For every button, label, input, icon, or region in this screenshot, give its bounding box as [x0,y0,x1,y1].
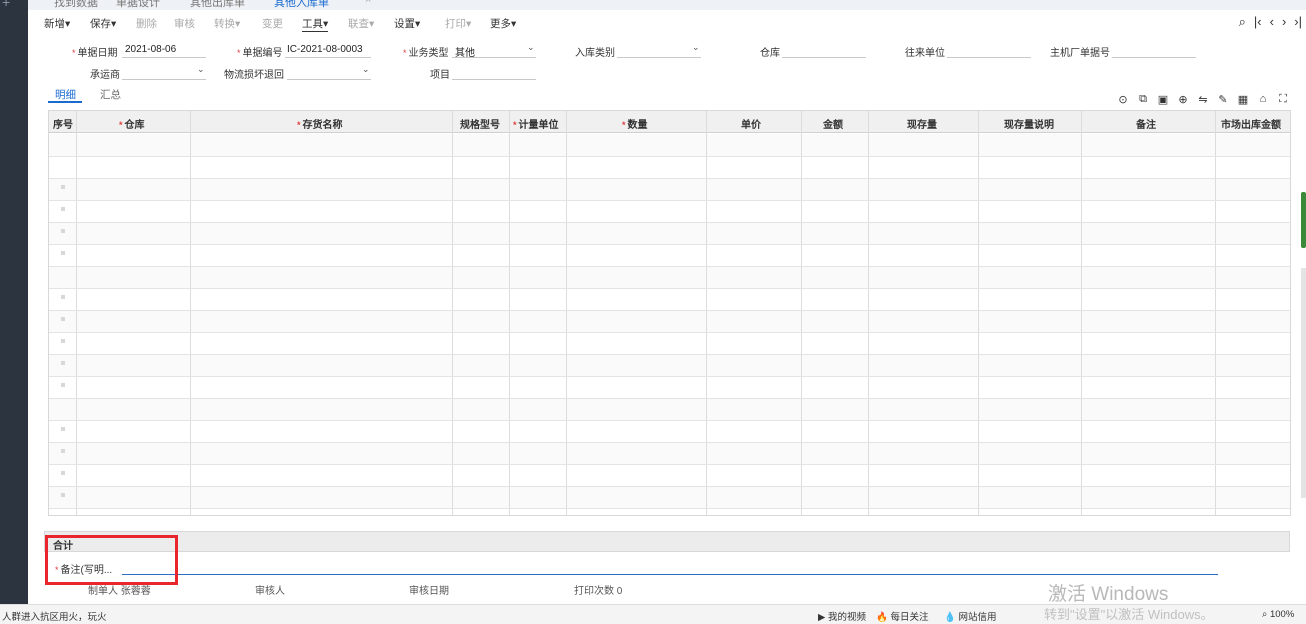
tab-3[interactable]: 其他出库单 [190,0,245,10]
in-type-select[interactable] [617,57,701,58]
warehouse-label: 仓库 [760,48,780,59]
columns-icon[interactable]: ▦ [1236,93,1250,106]
date-field[interactable]: 2021-08-06 [125,44,176,55]
tab-2[interactable]: 单据设计 [116,0,160,10]
warehouse-field[interactable] [782,57,866,58]
col-item-name: * 存货名称 [297,120,343,131]
tab-summary[interactable]: 汇总 [100,87,121,102]
logistics-select[interactable] [287,79,371,80]
maker-label: 制单人 张蓉蓉 [88,586,151,597]
toolbar: 新增▾ 保存▾ 删除 审核 转换▾ 变更 工具▾ 联查▾ 设置▾ 打印▾ 更多▾… [28,11,1306,33]
first-record-icon[interactable]: |‹ [1254,14,1262,30]
col-qty: * 数量 [622,120,648,131]
delete-button[interactable]: 删除 [136,16,157,31]
number-label: * 单据编号 [237,48,283,59]
convert-button[interactable]: 转换▾ [214,16,240,31]
carrier-label: 承运商 [90,70,120,81]
document-tabs: 找到数据 单据设计 其他出库单 其他入库单 × [28,0,1306,10]
detail-grid: 序号 * 仓库 * 存货名称 规格型号 * 计量单位 * 数量 单价 金额 现存量 现存… [48,110,1291,516]
col-seq: 序号 [53,120,73,131]
insert-row-icon[interactable]: ⊕ [1176,93,1190,106]
daily-link[interactable]: 🔥 每日关注 [876,609,928,623]
col-warehouse: * 仓库 [119,120,145,131]
my-video-link[interactable]: ▶ 我的视频 [818,609,866,623]
record-nav: ⌕ |‹ ‹ › ›| [1239,14,1302,30]
zoom-level[interactable]: ⌕ 100% [1262,609,1294,620]
col-amount: 金额 [823,120,843,131]
scrollbar-track[interactable] [1301,268,1306,498]
col-stock-desc: 现存量说明 [1004,120,1054,131]
location-icon[interactable]: ⊙ [1116,93,1130,106]
status-news[interactable]: 人群进入抗区用火，玩火 [2,609,107,623]
paste-icon[interactable]: ▣ [1156,93,1170,106]
in-type-label: 入库类别 [575,48,615,59]
number-field[interactable]: IC-2021-08-0003 [287,44,363,55]
add-icon[interactable]: + [2,0,10,10]
tab-1[interactable]: 找到数据 [54,0,98,10]
prev-record-icon[interactable]: ‹ [1270,14,1274,30]
partner-field[interactable] [947,57,1031,58]
total-row: 合计 [44,531,1290,552]
windows-activation-hint: 转到"设置"以激活 Windows。 [1044,607,1214,622]
tab-active[interactable]: 其他入库单 [274,0,329,10]
remark-field[interactable] [122,574,1218,575]
tab-close-icon[interactable]: × [365,0,371,6]
settings-button[interactable]: 设置▾ [394,16,420,31]
web-credit-link[interactable]: 💧 网站信用 [944,609,996,623]
chevron-down-icon[interactable]: ⌄ [692,42,700,53]
tab-detail[interactable]: 明细 [55,87,76,102]
next-record-icon[interactable]: › [1282,14,1286,30]
col-stock: 现存量 [907,120,937,131]
link-button[interactable]: 联查▾ [348,16,374,31]
logistics-label: 物流损坏退回 [224,70,284,81]
edit-icon[interactable]: ✎ [1216,93,1230,106]
oem-no-label: 主机厂单据号 [1050,48,1110,59]
carrier-select[interactable] [122,79,206,80]
left-sidebar: + [0,0,28,610]
print-count-label: 打印次数 0 [574,586,623,597]
audit-date-label: 审核日期 [409,586,449,597]
date-label: * 单据日期 [72,48,118,59]
home-icon[interactable]: ⌂ [1256,93,1270,106]
more-button[interactable]: 更多▾ [490,16,516,31]
oem-no-field[interactable] [1112,57,1196,58]
print-button[interactable]: 打印▾ [445,16,471,31]
col-remark: 备注 [1136,120,1156,131]
chevron-down-icon[interactable]: ⌄ [197,64,205,75]
biz-type-label: * 业务类型 [403,48,449,59]
fullscreen-icon[interactable]: ⛶ [1276,93,1290,106]
chevron-down-icon[interactable]: ⌄ [362,64,370,75]
new-button[interactable]: 新增▾ [44,16,70,31]
col-spec: 规格型号 [460,120,500,131]
project-label: 项目 [430,70,450,81]
grid-header: 序号 * 仓库 * 存货名称 规格型号 * 计量单位 * 数量 单价 金额 现存量 现存… [49,111,1290,133]
highlight-box [45,535,178,585]
grid-tools: ⊙ ⧉ ▣ ⊕ ⇋ ✎ ▦ ⌂ ⛶ [1116,93,1290,106]
chevron-down-icon[interactable]: ⌄ [527,42,535,53]
change-button[interactable]: 变更 [262,16,283,31]
col-price: 单价 [741,120,761,131]
windows-activation-watermark: 激活 Windows [1048,584,1169,605]
project-field[interactable] [452,79,536,80]
col-market-amount: 市场出库金额 [1221,120,1281,131]
auditor-label: 审核人 [255,586,285,597]
save-button[interactable]: 保存▾ [90,16,116,31]
copy-icon[interactable]: ⧉ [1136,93,1150,106]
last-record-icon[interactable]: ›| [1294,14,1302,30]
tools-button[interactable]: 工具▾ [302,16,329,32]
scrollbar-thumb[interactable] [1301,192,1306,248]
swap-icon[interactable]: ⇋ [1196,93,1210,106]
col-unit: * 计量单位 [513,120,559,131]
audit-button[interactable]: 审核 [174,16,195,31]
search-icon[interactable]: ⌕ [1239,14,1246,30]
partner-label: 往来单位 [905,48,945,59]
